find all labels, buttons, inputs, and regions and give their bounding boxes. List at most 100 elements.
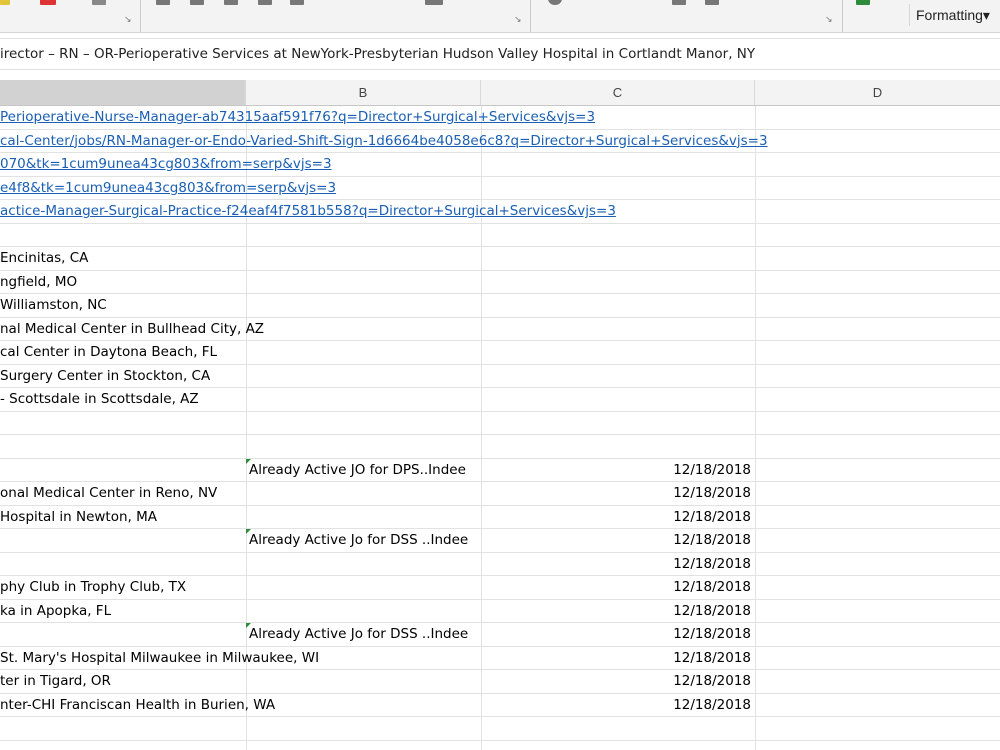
cell-c-date[interactable]: 12/18/2018 — [481, 482, 751, 505]
cell-a[interactable]: nter-CHI Franciscan Health in Burien, WA — [0, 694, 275, 717]
cell-c-date[interactable] — [481, 741, 751, 750]
cell-a[interactable]: cal Center in Daytona Beach, FL — [0, 341, 217, 364]
cell-a[interactable]: ngfield, MO — [0, 271, 77, 294]
cell-c-date[interactable]: 12/18/2018 — [481, 506, 751, 529]
cell-c-date[interactable] — [481, 200, 751, 223]
cell-b[interactable] — [249, 670, 479, 693]
cell-c-date[interactable] — [481, 365, 751, 388]
table-row: ter in Tigard, OR 12/18/2018 — [0, 670, 1000, 694]
comma-style-icon[interactable] — [672, 0, 686, 5]
cell-c-date[interactable] — [481, 341, 751, 364]
cell-c-date[interactable]: 12/18/2018 — [481, 553, 751, 576]
cell-b[interactable] — [249, 576, 479, 599]
cell-c-date[interactable] — [481, 294, 751, 317]
cell-b[interactable] — [249, 694, 479, 717]
cell-b[interactable] — [249, 741, 479, 750]
cell-b[interactable] — [249, 224, 479, 247]
cell-c-date[interactable] — [481, 106, 751, 129]
align-left-icon[interactable] — [156, 0, 170, 5]
cell-a[interactable]: Encinitas, CA — [0, 247, 88, 270]
cell-c-date[interactable] — [481, 247, 751, 270]
formula-bar-value[interactable]: irector – RN – OR-Perioperative Services… — [0, 39, 755, 69]
alignment-launcher-icon[interactable]: ↘ — [514, 14, 522, 25]
merge-center-icon[interactable] — [290, 0, 304, 5]
cell-a[interactable]: onal Medical Center in Reno, NV — [0, 482, 217, 505]
percent-icon[interactable] — [705, 0, 719, 5]
cell-b[interactable] — [249, 365, 479, 388]
cell-b[interactable]: Already Active Jo for DSS ..Indee — [249, 529, 479, 552]
cell-b[interactable] — [249, 600, 479, 623]
cell-b[interactable] — [249, 388, 479, 411]
cell-c-date[interactable] — [481, 318, 751, 341]
cell-c-date[interactable] — [481, 412, 751, 435]
conditional-formatting-dropdown[interactable]: Formatting▾ — [909, 4, 1000, 26]
align-right-icon[interactable] — [224, 0, 238, 5]
cell-b[interactable] — [249, 247, 479, 270]
spreadsheet-grid[interactable]: Perioperative-Nurse-Manager-ab74315aaf59… — [0, 106, 1000, 750]
cell-b[interactable] — [249, 294, 479, 317]
cell-a[interactable]: phy Club in Trophy Club, TX — [0, 576, 186, 599]
font-launcher-icon[interactable]: ↘ — [124, 14, 132, 25]
cell-b[interactable] — [249, 318, 479, 341]
cell-c-date[interactable]: 12/18/2018 — [481, 647, 751, 670]
cell-c-date[interactable]: 12/18/2018 — [481, 600, 751, 623]
cell-c-date[interactable]: 12/18/2018 — [481, 623, 751, 646]
cell-b[interactable] — [249, 130, 479, 153]
comment-indicator-icon[interactable] — [246, 623, 251, 628]
formula-bar[interactable]: irector – RN – OR-Perioperative Services… — [0, 38, 1000, 70]
border-icon[interactable] — [92, 0, 106, 5]
cell-b[interactable] — [249, 647, 479, 670]
cell-b[interactable] — [249, 553, 479, 576]
cell-b[interactable]: Already Active Jo for DSS ..Indee — [249, 623, 479, 646]
cell-c-date[interactable]: 12/18/2018 — [481, 576, 751, 599]
cell-b[interactable]: Already Active JO for DPS..Indee — [249, 459, 479, 482]
cell-b[interactable] — [249, 717, 479, 740]
cell-a[interactable]: Hospital in Newton, MA — [0, 506, 157, 529]
cell-c-date[interactable] — [481, 224, 751, 247]
comment-indicator-icon[interactable] — [246, 529, 251, 534]
table-row — [0, 412, 1000, 435]
highlight-color-icon[interactable] — [0, 0, 10, 5]
number-launcher-icon[interactable]: ↘ — [825, 14, 833, 25]
column-header-d[interactable]: D — [755, 80, 1000, 105]
wrap-text-icon[interactable] — [425, 0, 443, 5]
cell-b[interactable] — [249, 341, 479, 364]
cell-c-date[interactable] — [481, 388, 751, 411]
cell-b[interactable] — [249, 153, 479, 176]
cell-a[interactable]: Surgery Center in Stockton, CA — [0, 365, 210, 388]
font-color-icon[interactable] — [40, 0, 56, 5]
cell-a[interactable]: Williamston, NC — [0, 294, 107, 317]
cell-c-date[interactable] — [481, 153, 751, 176]
cell-b[interactable] — [249, 271, 479, 294]
cell-b[interactable] — [249, 177, 479, 200]
cell-c-date[interactable]: 12/18/2018 — [481, 529, 751, 552]
currency-icon[interactable] — [548, 0, 562, 5]
cell-c-date[interactable] — [481, 177, 751, 200]
conditional-formatting-icon[interactable] — [856, 0, 870, 5]
column-header-c[interactable]: C — [481, 80, 755, 105]
cell-c-date[interactable] — [481, 717, 751, 740]
cell-c-date[interactable] — [481, 271, 751, 294]
cell-b[interactable] — [249, 412, 479, 435]
cell-b[interactable] — [249, 200, 479, 223]
cell-b[interactable] — [249, 506, 479, 529]
cell-c-date[interactable] — [481, 130, 751, 153]
column-header-a[interactable] — [0, 80, 246, 105]
column-header-b[interactable]: B — [246, 80, 481, 105]
comment-indicator-icon[interactable] — [246, 458, 251, 464]
cell-a[interactable]: ter in Tigard, OR — [0, 670, 111, 693]
cell-c-date[interactable] — [481, 435, 751, 458]
cell-b[interactable] — [249, 435, 479, 458]
cell-c-date[interactable]: 12/18/2018 — [481, 670, 751, 693]
table-row: Hospital in Newton, MA 12/18/2018 — [0, 506, 1000, 529]
cell-c-date[interactable]: 12/18/2018 — [481, 694, 751, 717]
cell-a[interactable]: ka in Apopka, FL — [0, 600, 111, 623]
cell-b[interactable] — [249, 482, 479, 505]
cell-a[interactable]: nal Medical Center in Bullhead City, AZ — [0, 318, 264, 341]
cell-c-date[interactable]: 12/18/2018 — [481, 459, 751, 482]
cell-b[interactable] — [249, 106, 479, 129]
align-center-icon[interactable] — [190, 0, 204, 5]
cell-a[interactable]: - Scottsdale in Scottsdale, AZ — [0, 388, 199, 411]
indent-icon[interactable] — [258, 0, 272, 5]
table-row: - Scottsdale in Scottsdale, AZ — [0, 388, 1000, 412]
